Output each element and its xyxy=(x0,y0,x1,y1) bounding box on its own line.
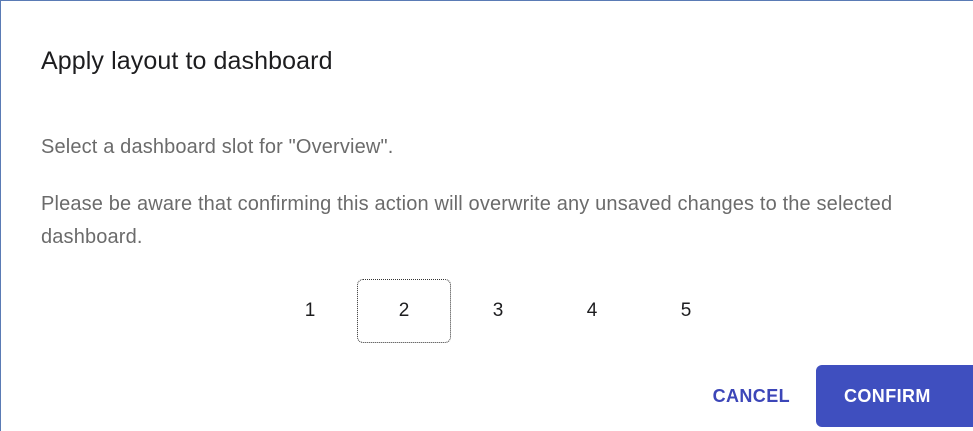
slot-prompt-text: Select a dashboard slot for "Overview". xyxy=(41,136,394,158)
dialog-title: Apply layout to dashboard xyxy=(41,47,333,75)
dashboard-slot-picker: 1 2 3 4 5 xyxy=(263,279,733,343)
cancel-button[interactable]: CANCEL xyxy=(691,365,812,427)
slot-option-2[interactable]: 2 xyxy=(357,279,451,343)
overwrite-warning-text: Please be aware that confirming this act… xyxy=(41,193,893,248)
slot-option-4[interactable]: 4 xyxy=(545,279,639,343)
dialog-actions: CANCEL CONFIRM xyxy=(691,365,973,427)
slot-option-1[interactable]: 1 xyxy=(263,279,357,343)
slot-option-3[interactable]: 3 xyxy=(451,279,545,343)
confirm-button[interactable]: CONFIRM xyxy=(816,365,973,427)
apply-layout-dialog: Apply layout to dashboard Select a dashb… xyxy=(0,0,973,431)
slot-option-5[interactable]: 5 xyxy=(639,279,733,343)
